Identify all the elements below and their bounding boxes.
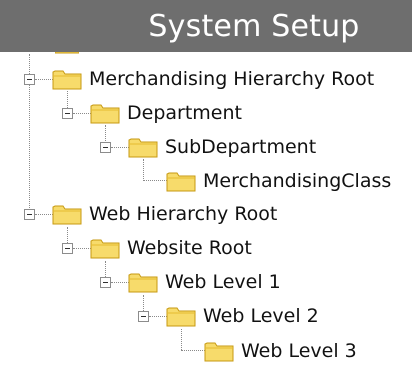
tree-view: Merchandising Hierarchy Root Department … (0, 0, 412, 367)
tree-node-web-level-1[interactable]: Web Level 1 (165, 271, 281, 293)
tree-node-department[interactable]: Department (127, 102, 242, 124)
folder-icon (166, 172, 196, 192)
tree-connector-line (111, 282, 129, 283)
tree-node-merchandising-hierarchy-root[interactable]: Merchandising Hierarchy Root (89, 68, 374, 90)
tree-connector-line (73, 113, 91, 114)
folder-icon (90, 239, 120, 259)
tree-connector-line (111, 147, 129, 148)
page-header: System Setup (0, 0, 412, 52)
tree-connector-line (143, 180, 167, 181)
tree-node-web-hierarchy-root[interactable]: Web Hierarchy Root (89, 203, 277, 225)
collapse-toggle[interactable] (24, 209, 35, 220)
page-title: System Setup (148, 8, 360, 44)
collapse-toggle[interactable] (24, 74, 35, 85)
collapse-toggle[interactable] (100, 277, 111, 288)
folder-icon (52, 70, 82, 90)
folder-icon (204, 342, 234, 362)
tree-node-web-level-3[interactable]: Web Level 3 (241, 340, 357, 362)
tree-connector-line (73, 248, 91, 249)
tree-connector-line (181, 329, 182, 350)
folder-icon (90, 104, 120, 124)
tree-connector-line (149, 316, 167, 317)
folder-icon (128, 138, 158, 158)
folder-icon (52, 205, 82, 225)
folder-icon (166, 307, 196, 327)
tree-node-subdepartment[interactable]: SubDepartment (165, 136, 316, 158)
folder-icon (128, 273, 158, 293)
collapse-toggle[interactable] (138, 311, 149, 322)
collapse-toggle[interactable] (100, 142, 111, 153)
collapse-toggle[interactable] (62, 108, 73, 119)
collapse-toggle[interactable] (62, 243, 73, 254)
tree-node-merchandisingclass[interactable]: MerchandisingClass (203, 170, 391, 192)
tree-connector-line (35, 214, 53, 215)
tree-connector-line (143, 159, 144, 179)
tree-node-website-root[interactable]: Website Root (127, 237, 252, 259)
tree-connector-line (35, 79, 53, 80)
tree-node-web-level-2[interactable]: Web Level 2 (203, 305, 319, 327)
tree-connector-line (181, 350, 205, 351)
